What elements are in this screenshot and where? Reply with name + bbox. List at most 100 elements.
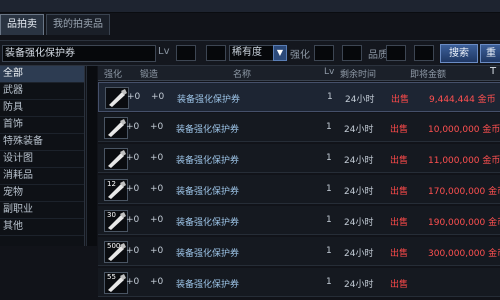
enhance-value: +0	[126, 153, 140, 163]
item-count-badge: 12	[107, 180, 116, 188]
time-left: 24小时	[344, 187, 374, 197]
refine-value: +0	[150, 277, 164, 287]
category-weapon[interactable]: 武器	[0, 83, 84, 100]
price-value: 9,444,444 金币	[429, 95, 496, 105]
item-name: 装备强化保护券	[176, 280, 240, 290]
level-value: 1	[326, 277, 332, 287]
item-icon: 500	[104, 241, 128, 263]
item-name: 装备强化保护券	[176, 125, 240, 135]
category-special[interactable]: 特殊装备	[0, 134, 84, 151]
column-header-level[interactable]: Lv	[324, 67, 334, 77]
seller-name: 出售	[390, 249, 409, 259]
window-title-bar	[0, 0, 500, 13]
column-header-name[interactable]: 名称	[233, 67, 251, 80]
category-blueprint[interactable]: 设计图	[0, 151, 84, 168]
scroll-icon	[108, 119, 126, 137]
grade-label: 品质	[368, 50, 388, 61]
level-value: 1	[327, 92, 333, 102]
item-icon: 30	[104, 210, 128, 232]
tab-bar: 品拍卖 我的拍卖品	[0, 14, 112, 36]
time-left: 24小时	[344, 249, 374, 259]
category-consumable[interactable]: 消耗品	[0, 168, 84, 185]
filter-bar: 装备强化保护券 Lv 稀有度 ▼ 强化 品质 搜索 重	[0, 40, 500, 66]
level-min-field[interactable]	[176, 45, 196, 61]
refine-value: +0	[150, 246, 164, 256]
time-left: 24小时	[344, 156, 374, 166]
item-icon	[104, 117, 128, 139]
grade-field[interactable]	[386, 45, 406, 61]
seller-name: 出售	[390, 156, 409, 166]
auction-window: 品拍卖 我的拍卖品 装备强化保护券 Lv 稀有度 ▼ 强化 品质 搜索 重 全部…	[0, 0, 500, 300]
auction-table: 强化 锻造 名称 Lv 剩余时间 即将金额 T +0 +0 装备强化保护券 1 24小时…	[98, 66, 500, 300]
seller-name: 出售	[391, 95, 410, 105]
category-other[interactable]: 其他	[0, 219, 84, 236]
level-value: 1	[326, 122, 332, 132]
enhance-value: +0	[126, 184, 140, 194]
search-input[interactable]: 装备强化保护券	[2, 45, 156, 62]
seller-name: 出售	[390, 125, 409, 135]
time-left: 24小时	[344, 125, 374, 135]
refine-value: +0	[150, 153, 164, 163]
price-value: 190,000,000 金币	[428, 218, 500, 228]
category-armor[interactable]: 防具	[0, 100, 84, 117]
table-row[interactable]: +0 +0 装备强化保护券 1 24小时 出售 10,000,000 金币	[98, 113, 500, 142]
category-accessory[interactable]: 首饰	[0, 117, 84, 134]
reset-button[interactable]: 重	[480, 44, 500, 63]
category-pet[interactable]: 宠物	[0, 185, 84, 202]
column-header-refine[interactable]: 锻造	[140, 67, 158, 80]
table-row[interactable]: 12 +0 +0 装备强化保护券 1 24小时 出售 170,000,000 金币	[98, 175, 500, 204]
rarity-select[interactable]: 稀有度	[229, 45, 277, 61]
enhance-value: +0	[127, 92, 141, 102]
enhance-label: 强化	[290, 50, 310, 61]
chevron-down-icon[interactable]: ▼	[273, 45, 287, 61]
table-row[interactable]: 55 +0 +0 装备强化保护券 1 24小时 出售	[98, 268, 500, 297]
column-header-time[interactable]: 剩余时间	[340, 67, 376, 80]
refine-value: +0	[150, 215, 164, 225]
category-subjob[interactable]: 副职业	[0, 202, 84, 219]
price-value: 170,000,000 金币	[428, 187, 500, 197]
item-name: 装备强化保护券	[176, 218, 240, 228]
tab-auction[interactable]: 品拍卖	[0, 14, 44, 35]
item-icon: 55	[104, 272, 128, 294]
scroll-icon	[109, 89, 127, 107]
grade-max-field[interactable]	[414, 45, 434, 61]
item-name: 装备强化保护券	[177, 95, 241, 105]
column-header-enhance[interactable]: 强化	[104, 67, 122, 80]
price-value: 300,000,000 金币	[428, 249, 500, 259]
price-value: 10,000,000 金币	[428, 125, 500, 135]
table-row[interactable]: +0 +0 装备强化保护券 1 24小时 出售 11,000,000 金币	[98, 144, 500, 173]
time-left: 24小时	[344, 218, 374, 228]
level-value: 1	[326, 153, 332, 163]
time-left: 24小时	[344, 280, 374, 290]
time-left: 24小时	[345, 95, 375, 105]
level-value: 1	[326, 184, 332, 194]
item-name: 装备强化保护券	[176, 156, 240, 166]
item-icon	[104, 148, 128, 170]
search-button[interactable]: 搜索	[440, 44, 478, 63]
item-count-badge: 500	[107, 242, 121, 250]
enhance-min-field[interactable]	[314, 45, 334, 61]
item-count-badge: 30	[107, 211, 116, 219]
seller-name: 出售	[390, 187, 409, 197]
level-label: Lv	[158, 46, 170, 57]
item-name: 装备强化保护券	[176, 249, 240, 259]
column-header-price[interactable]: 即将金额	[410, 67, 446, 80]
refine-value: +0	[150, 122, 164, 132]
seller-name: 出售	[390, 218, 409, 228]
price-value: 11,000,000 金币	[428, 156, 500, 166]
table-row[interactable]: 30 +0 +0 装备强化保护券 1 24小时 出售 190,000,000 金币	[98, 206, 500, 235]
category-scrollbar[interactable]	[86, 66, 97, 246]
item-name: 装备强化保护券	[176, 187, 240, 197]
item-count-badge: 55	[107, 273, 116, 281]
sort-icon[interactable]: T	[490, 66, 496, 77]
category-all[interactable]: 全部	[0, 66, 84, 83]
level-value: 1	[326, 246, 332, 256]
item-icon: 12	[104, 179, 128, 201]
seller-name: 出售	[390, 280, 409, 290]
tab-my-auctions[interactable]: 我的拍卖品	[46, 14, 110, 35]
table-row[interactable]: +0 +0 装备强化保护券 1 24小时 出售 9,444,444 金币	[98, 82, 500, 112]
refine-value: +0	[150, 184, 164, 194]
table-row[interactable]: 500 +0 +0 装备强化保护券 1 24小时 出售 300,000,000 金币	[98, 237, 500, 266]
enhance-max-field[interactable]	[342, 45, 362, 61]
level-max-field[interactable]	[206, 45, 226, 61]
